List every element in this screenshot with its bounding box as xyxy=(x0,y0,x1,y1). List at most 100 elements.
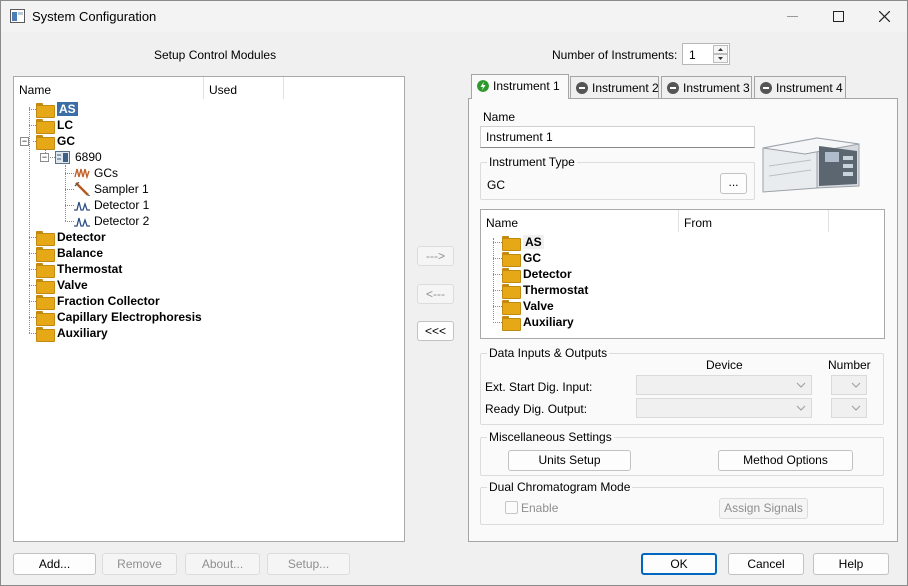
chevron-down-icon xyxy=(851,382,861,388)
spin-down-button[interactable] xyxy=(713,54,728,63)
folder-icon xyxy=(36,230,55,246)
cancel-button[interactable]: Cancel xyxy=(728,553,804,575)
instrument-tab-page: Name Instrument 1 Instrument Type GC ...… xyxy=(468,98,898,542)
instrument-module-valve[interactable]: Valve xyxy=(502,298,554,315)
tree-item-6890[interactable]: 6890 xyxy=(55,149,102,165)
tree-item-label: 6890 xyxy=(75,150,102,164)
tree-item-capillary-electrophoresis[interactable]: Capillary Electrophoresis xyxy=(36,309,202,326)
tree-line xyxy=(29,285,36,286)
tab-instrument-3[interactable]: Instrument 3 xyxy=(661,76,752,98)
tree-line xyxy=(29,317,36,318)
instrument-name-input[interactable]: Instrument 1 xyxy=(480,126,755,148)
app-window-icon xyxy=(10,9,25,23)
instrument-module-gc[interactable]: GC xyxy=(502,250,541,267)
folder-icon xyxy=(36,262,55,278)
control-modules-tree[interactable]: Name Used AS LC − GC − 6890 GCs Sampler … xyxy=(13,76,405,542)
assign-signals-button[interactable]: Assign Signals xyxy=(719,498,808,519)
folder-icon xyxy=(36,326,55,342)
folder-icon xyxy=(502,315,521,331)
tab-instrument-2[interactable]: Instrument 2 xyxy=(570,76,659,98)
disabled-icon xyxy=(667,82,679,94)
signal-peak-icon xyxy=(74,217,90,227)
tree-line xyxy=(65,205,74,206)
about-button[interactable]: About... xyxy=(185,553,260,575)
tab-instrument-1[interactable]: Instrument 1 xyxy=(471,74,569,99)
data-inputs-outputs-title: Data Inputs & Outputs xyxy=(487,346,610,360)
tree-item-label: Sampler 1 xyxy=(94,182,149,196)
collapse-6890-icon[interactable]: − xyxy=(40,153,49,162)
tab-label: Instrument 2 xyxy=(592,81,659,95)
system-configuration-window: System Configuration Setup Control Modul… xyxy=(0,0,908,586)
maximize-icon xyxy=(832,11,844,22)
tree-item-valve[interactable]: Valve xyxy=(36,277,88,294)
ext-start-device-select[interactable] xyxy=(636,375,812,395)
instrument-module-as[interactable]: AS xyxy=(502,234,544,251)
add-module-button[interactable]: ---> xyxy=(417,246,454,266)
remove-module-button[interactable]: <--- xyxy=(417,284,454,304)
setup-button[interactable]: Setup... xyxy=(267,553,350,575)
tree-item-label: LC xyxy=(57,118,73,132)
ready-output-number-select[interactable] xyxy=(831,398,867,418)
minimize-icon xyxy=(786,16,798,17)
method-options-button[interactable]: Method Options xyxy=(718,450,853,471)
signal-peak-icon xyxy=(74,201,90,211)
lightning-icon xyxy=(477,80,489,92)
maximize-button[interactable] xyxy=(815,1,861,32)
column-header-name[interactable]: Name xyxy=(14,77,204,99)
remove-all-modules-button[interactable]: <<< xyxy=(417,321,454,341)
help-button[interactable]: Help xyxy=(813,553,889,575)
tree-item-thermostat[interactable]: Thermostat xyxy=(36,261,122,278)
tree-item-label: Balance xyxy=(57,246,104,260)
remove-button[interactable]: Remove xyxy=(102,553,177,575)
tree-line xyxy=(65,189,74,190)
close-button[interactable] xyxy=(861,1,907,32)
instrument-module-auxiliary[interactable]: Auxiliary xyxy=(502,314,574,331)
tab-instrument-4[interactable]: Instrument 4 xyxy=(754,76,846,98)
title-bar: System Configuration xyxy=(1,1,907,32)
minimize-button[interactable] xyxy=(769,1,815,32)
instrument-module-detector[interactable]: Detector xyxy=(502,266,572,283)
instrument-type-browse-button[interactable]: ... xyxy=(720,173,747,194)
ready-output-device-select[interactable] xyxy=(636,398,812,418)
tree-line xyxy=(29,333,36,334)
module-label: AS xyxy=(523,235,544,249)
tree-item-gcs[interactable]: GCs xyxy=(74,165,118,181)
tree-item-balance[interactable]: Balance xyxy=(36,245,104,262)
dual-chromatogram-title: Dual Chromatogram Mode xyxy=(487,480,633,494)
tree-item-fraction-collector[interactable]: Fraction Collector xyxy=(36,293,160,310)
tab-label: Instrument 3 xyxy=(683,81,750,95)
tree-item-sampler-1[interactable]: Sampler 1 xyxy=(74,181,149,197)
number-of-instruments-value: 1 xyxy=(689,48,696,62)
tree-line xyxy=(493,258,502,259)
instrument-module-thermostat[interactable]: Thermostat xyxy=(502,282,588,299)
spin-up-button[interactable] xyxy=(713,45,728,54)
column-header-used[interactable]: Used xyxy=(204,77,284,99)
number-of-instruments-spinner[interactable]: 1 xyxy=(682,43,730,65)
ok-button[interactable]: OK xyxy=(641,553,717,575)
ext-start-label: Ext. Start Dig. Input: xyxy=(485,380,593,394)
tree-item-label: Capillary Electrophoresis xyxy=(57,310,202,324)
folder-icon xyxy=(36,118,55,134)
tree-item-lc[interactable]: LC xyxy=(36,117,73,134)
module-label: Detector xyxy=(523,267,572,281)
tree-line xyxy=(493,274,502,275)
tree-item-detector-2[interactable]: Detector 2 xyxy=(74,213,149,229)
ext-start-number-select[interactable] xyxy=(831,375,867,395)
module-label: Valve xyxy=(523,299,554,313)
collapse-gc-icon[interactable]: − xyxy=(20,137,29,146)
tree-item-detector[interactable]: Detector xyxy=(36,229,106,246)
tree-item-as[interactable]: AS xyxy=(36,101,78,118)
chevron-up-icon xyxy=(718,48,723,51)
instrument-modules-tree[interactable]: Name From AS GC Detector Thermostat Valv… xyxy=(480,209,885,339)
gc-instrument-image xyxy=(762,137,860,193)
column-header-from[interactable]: From xyxy=(679,210,829,232)
tree-item-gc[interactable]: GC xyxy=(36,133,75,150)
column-header-name[interactable]: Name xyxy=(481,210,679,232)
units-setup-button[interactable]: Units Setup xyxy=(508,450,631,471)
add-button[interactable]: Add... xyxy=(13,553,96,575)
tree-item-label: Detector 2 xyxy=(94,214,150,228)
tree-item-detector-1[interactable]: Detector 1 xyxy=(74,197,149,213)
enable-dual-checkbox[interactable] xyxy=(505,501,518,514)
instrument-type-value: GC xyxy=(487,178,505,192)
tree-item-auxiliary[interactable]: Auxiliary xyxy=(36,325,108,342)
